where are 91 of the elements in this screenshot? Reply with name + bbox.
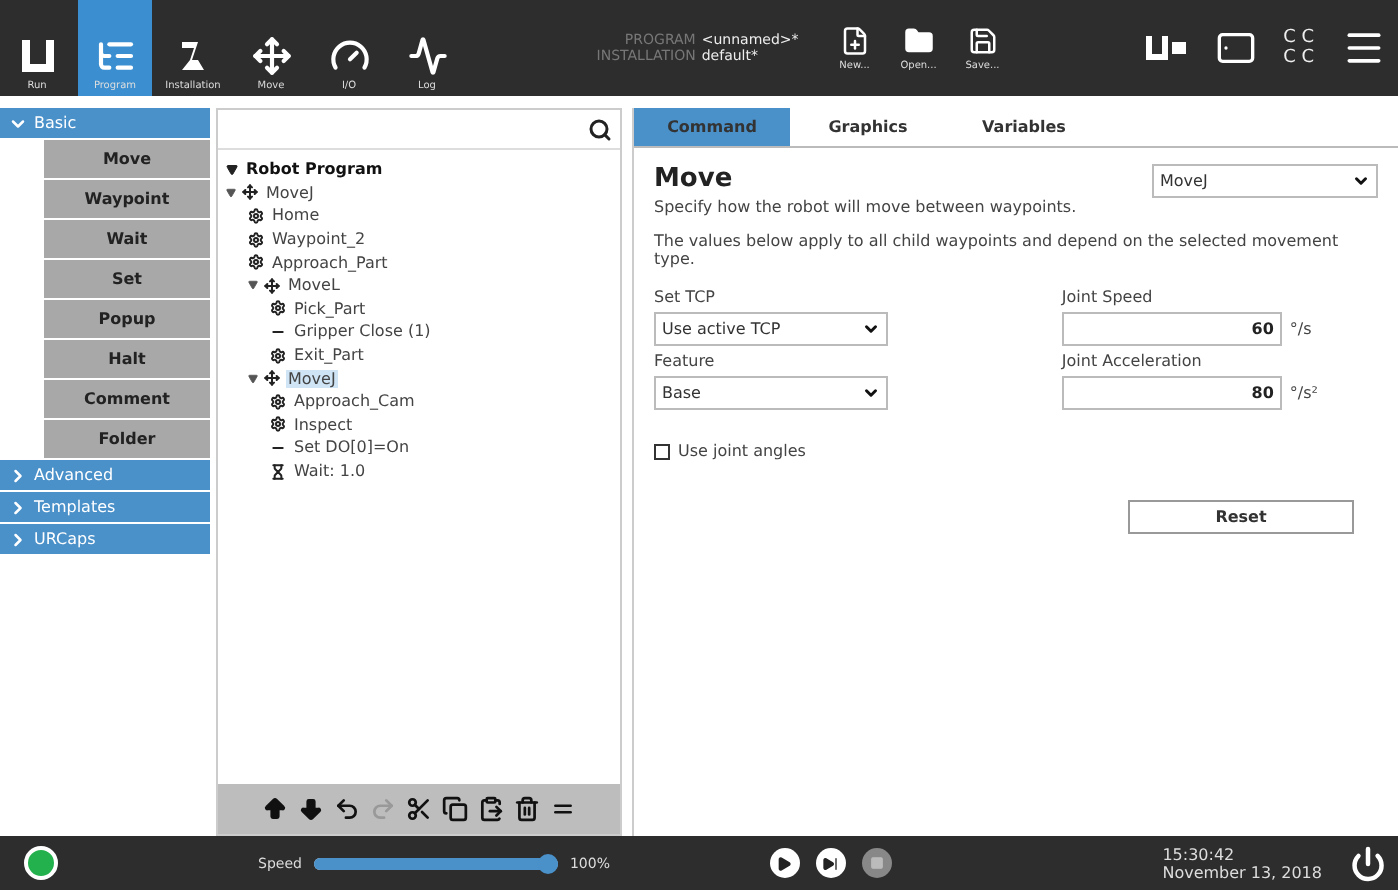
play-icon	[776, 855, 793, 871]
tree-node[interactable]: Inspect	[292, 415, 355, 434]
note-text: The values below apply to all child waypoints and depend on the selected movement type.	[654, 232, 1341, 268]
up-arrow-icon[interactable]	[262, 796, 288, 822]
power-icon[interactable]	[1350, 845, 1386, 881]
select-field[interactable]: Base	[654, 376, 888, 410]
folder-icon	[903, 25, 934, 55]
caret-icon	[1352, 172, 1370, 190]
tree-node[interactable]: MoveL	[286, 276, 342, 295]
checkbox[interactable]	[654, 443, 670, 459]
tree-node[interactable]: Approach_Cam	[292, 392, 417, 411]
waypoint-icon	[248, 207, 264, 224]
expand-icon[interactable]	[248, 373, 258, 384]
new-file-icon	[839, 25, 870, 55]
command-button[interactable]: Folder	[44, 420, 210, 458]
command-button[interactable]: Set	[44, 260, 210, 298]
step-button[interactable]	[815, 848, 846, 878]
tree-node[interactable]: Set DO[0]=On	[292, 438, 412, 457]
step-icon	[822, 855, 839, 871]
select-field[interactable]: Use active TCP	[654, 312, 888, 346]
tab[interactable]: Command	[634, 108, 790, 146]
waveform-icon	[407, 36, 447, 76]
expand-icon[interactable]	[226, 187, 236, 198]
field-label: Feature	[654, 352, 717, 370]
tree-node[interactable]: Waypoint_2	[270, 230, 368, 249]
unit-text: °/s	[1289, 320, 1312, 338]
caret-icon	[862, 384, 880, 402]
waypoint-icon	[270, 347, 286, 364]
search-icon[interactable]	[588, 117, 612, 141]
play-button[interactable]	[769, 848, 800, 878]
move-icon	[264, 370, 280, 387]
save-icon	[967, 25, 998, 55]
expand-icon[interactable]	[226, 163, 238, 176]
tablet-icon[interactable]	[1215, 28, 1256, 68]
tree-node[interactable]: MoveJ	[264, 183, 316, 202]
waypoint-icon	[248, 254, 264, 271]
date-text: November 13, 2018	[1162, 863, 1322, 881]
panel-title: Move	[654, 164, 733, 194]
move-icon	[251, 36, 291, 76]
tree-node[interactable]: MoveJ	[286, 369, 338, 388]
command-button[interactable]: Move	[44, 140, 210, 178]
scissors-icon[interactable]	[406, 796, 432, 822]
tree-node[interactable]: Pick_Part	[292, 299, 368, 318]
tab[interactable]: Variables	[946, 108, 1102, 146]
move-icon	[264, 277, 280, 294]
move-type-dropdown[interactable]: MoveJ	[1152, 164, 1378, 198]
command-button[interactable]: Popup	[44, 300, 210, 338]
logo-icon[interactable]	[1143, 34, 1188, 62]
tree-root[interactable]: Robot Program	[244, 160, 385, 179]
down-arrow-icon[interactable]	[298, 796, 324, 822]
field-label: Joint Acceleration	[1061, 352, 1204, 370]
tree-node[interactable]: Exit_Part	[292, 346, 366, 365]
waypoint-icon	[248, 231, 264, 248]
copy-icon[interactable]	[442, 796, 468, 822]
number-field[interactable]: 60	[1061, 312, 1282, 346]
status-glyphs: C C	[1283, 48, 1314, 68]
status-dot[interactable]	[24, 846, 58, 880]
paste-icon[interactable]	[478, 796, 504, 822]
checkbox-label: Use joint angles	[678, 442, 806, 460]
command-button[interactable]: Waypoint	[44, 180, 210, 218]
stop-icon	[869, 856, 884, 870]
tree-node[interactable]: Gripper Close (1)	[292, 322, 433, 341]
expand-icon[interactable]	[248, 280, 258, 291]
command-button[interactable]: Wait	[44, 220, 210, 258]
tree-node[interactable]: Home	[270, 206, 322, 225]
logo-icon	[17, 36, 57, 76]
tree-list-icon	[95, 36, 135, 76]
unit-text: °/s²	[1289, 384, 1318, 402]
field-label: Set TCP	[654, 288, 718, 306]
command-button[interactable]: Halt	[44, 340, 210, 378]
tab[interactable]: Graphics	[790, 108, 946, 146]
description-text: Specify how the robot will move between waypoints.	[654, 198, 1079, 216]
hourglass-icon	[270, 463, 286, 480]
command-button[interactable]: Comment	[44, 380, 210, 418]
field-label: Joint Speed	[1061, 288, 1155, 306]
speed-slider[interactable]	[313, 857, 558, 869]
number-field[interactable]: 80	[1061, 376, 1282, 410]
waypoint-icon	[270, 416, 286, 433]
waypoint-icon	[270, 300, 286, 317]
status-glyphs: C C	[1283, 28, 1314, 48]
undo-icon[interactable]	[334, 796, 360, 822]
stop-button[interactable]	[861, 848, 892, 878]
waypoint-icon	[270, 393, 286, 410]
caret-icon	[862, 320, 880, 338]
tree-node[interactable]: Wait: 1.0	[292, 462, 368, 481]
move-icon	[242, 184, 258, 201]
trash-icon[interactable]	[514, 796, 540, 822]
tree-node[interactable]: Approach_Part	[270, 253, 390, 272]
time-text: 15:30:42	[1162, 845, 1237, 863]
gauge-icon	[329, 36, 369, 76]
reset-button[interactable]: Reset	[1128, 500, 1354, 534]
